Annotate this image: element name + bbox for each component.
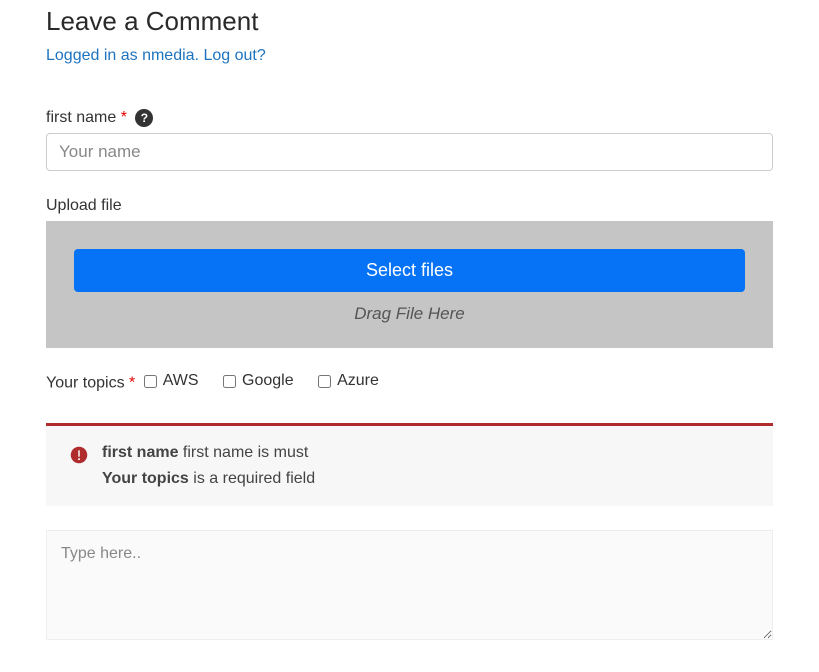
validation-message: first name first name is must <box>102 444 315 462</box>
validation-text: first name is must <box>183 444 308 461</box>
topics-row: Your topics * AWS Google Azure <box>46 372 773 393</box>
validation-field-name: Your topics <box>102 470 189 487</box>
topic-option-label: Google <box>242 372 294 390</box>
topic-option-google[interactable]: Google <box>223 372 294 390</box>
topic-option-aws[interactable]: AWS <box>144 372 199 390</box>
first-name-label-text: first name <box>46 109 116 126</box>
required-star: * <box>129 375 135 392</box>
alert-icon <box>70 446 88 464</box>
select-files-button[interactable]: Select files <box>74 249 745 292</box>
help-icon[interactable]: ? <box>135 109 153 127</box>
topic-option-label: Azure <box>337 372 379 390</box>
login-prefix: Logged in as <box>46 47 142 64</box>
comment-textarea[interactable] <box>46 530 773 640</box>
drag-file-caption: Drag File Here <box>74 304 745 324</box>
page-title: Leave a Comment <box>46 6 773 37</box>
upload-file-label: Upload file <box>46 197 773 215</box>
validation-error-box: first name first name is must Your topic… <box>46 423 773 506</box>
topic-option-label: AWS <box>163 372 199 390</box>
checkbox-aws[interactable] <box>144 375 157 388</box>
checkbox-azure[interactable] <box>318 375 331 388</box>
upload-dropzone[interactable]: Select files Drag File Here <box>46 221 773 348</box>
validation-text: is a required field <box>193 470 315 487</box>
validation-field-name: first name <box>102 444 178 461</box>
logout-link[interactable]: Log out? <box>203 47 265 64</box>
first-name-label: first name * ? <box>46 109 773 127</box>
username-link[interactable]: nmedia <box>142 47 194 64</box>
topics-label: Your topics <box>46 375 125 392</box>
first-name-input[interactable] <box>46 133 773 171</box>
required-star: * <box>121 109 127 126</box>
validation-message: Your topics is a required field <box>102 470 315 488</box>
checkbox-google[interactable] <box>223 375 236 388</box>
login-status: Logged in as nmedia. Log out? <box>46 47 266 65</box>
topic-option-azure[interactable]: Azure <box>318 372 379 390</box>
